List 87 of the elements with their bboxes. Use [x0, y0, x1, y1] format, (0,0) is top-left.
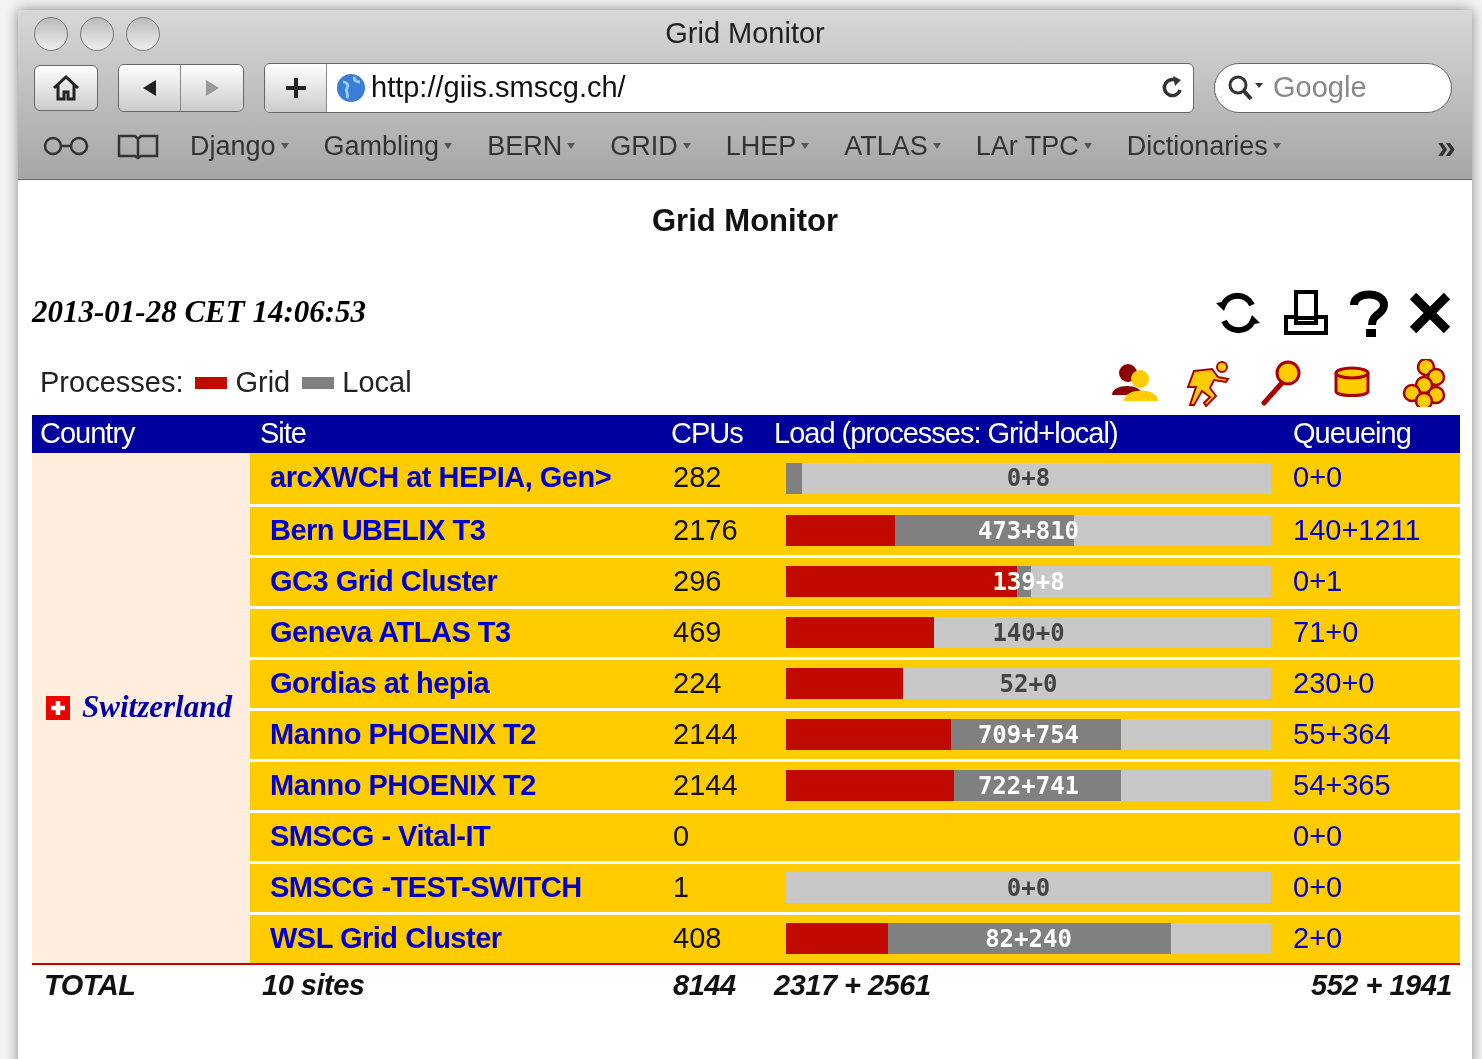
- bookmark-menu[interactable]: ATLAS: [844, 125, 942, 167]
- legend-text: Local: [342, 364, 412, 400]
- site-link[interactable]: Gordias at hepia: [250, 661, 665, 706]
- load-reading: 0+0: [1005, 872, 1052, 903]
- site-link[interactable]: Geneva ATLAS T3: [250, 610, 665, 655]
- queue-count[interactable]: 2+0: [1285, 916, 1460, 961]
- search-field[interactable]: Google: [1214, 63, 1452, 113]
- site-link[interactable]: SMSCG - Vital-IT: [250, 814, 665, 859]
- cpu-count: 224: [672, 665, 723, 701]
- column-header: Country: [39, 415, 137, 451]
- queue-count[interactable]: 0+0: [1285, 456, 1460, 500]
- bookmark-menu[interactable]: LHEP: [725, 125, 811, 167]
- cpu-count: 296: [672, 563, 723, 599]
- cpu-count: 2144: [672, 767, 739, 803]
- home-icon: [51, 74, 81, 102]
- queue-count[interactable]: 55+364: [1285, 712, 1460, 757]
- site-link[interactable]: WSL Grid Cluster: [250, 916, 665, 961]
- queue-count[interactable]: 0+0: [1285, 814, 1460, 859]
- back-button[interactable]: [119, 65, 181, 111]
- caret-icon: [1082, 142, 1093, 150]
- total-sites: 10 sites: [261, 967, 366, 1003]
- bookmark-menu[interactable]: Dictionaries: [1126, 125, 1282, 167]
- site-link[interactable]: Manno PHOENIX T2: [250, 763, 665, 808]
- queue-count[interactable]: 71+0: [1285, 610, 1460, 655]
- queue-count[interactable]: 0+1: [1285, 559, 1460, 604]
- column-header: Site: [259, 415, 307, 451]
- caret-icon: [279, 142, 290, 150]
- queue-count[interactable]: 230+0: [1285, 661, 1460, 706]
- load-reading: 139+8: [991, 566, 1066, 597]
- caret-icon: [443, 142, 454, 150]
- help-icon[interactable]: [1348, 288, 1390, 337]
- timestamp: 2013-01-28 CET 14:06:53: [32, 293, 367, 332]
- caret-icon: [800, 142, 811, 150]
- legend-text: Grid: [235, 364, 291, 400]
- bookmark-menu[interactable]: BERN: [487, 125, 577, 167]
- window-control-button[interactable]: [80, 17, 114, 51]
- total-load: 2317 + 2561: [772, 967, 932, 1003]
- site-link[interactable]: GC3 Grid Cluster: [250, 559, 665, 604]
- queue-count[interactable]: 140+1211: [1285, 508, 1460, 553]
- page-title: Grid Monitor: [651, 202, 839, 240]
- cpu-count: 2176: [672, 512, 739, 548]
- home-button[interactable]: [34, 65, 98, 111]
- book-icon[interactable]: [116, 132, 160, 160]
- cpu-count: 2144: [672, 716, 739, 752]
- legend-label: Processes:: [40, 364, 184, 400]
- cpu-count: 1: [672, 869, 691, 905]
- cpu-count: 282: [672, 460, 723, 496]
- load-reading: 140+0: [991, 617, 1066, 648]
- cpu-count: 408: [672, 920, 723, 956]
- bookmark-menu[interactable]: LAr TPC: [975, 125, 1093, 167]
- window-control-button[interactable]: [126, 17, 160, 51]
- column-header: Load (processes: Grid+local): [773, 415, 1119, 451]
- window-control-button[interactable]: [34, 17, 68, 51]
- column-header: Queueing: [1292, 415, 1412, 451]
- load-reading: 709+754: [976, 719, 1081, 750]
- column-header: CPUs: [670, 415, 744, 451]
- site-link[interactable]: arcXWCH at HEPIA, Gen>: [250, 456, 665, 500]
- total-label: TOTAL: [43, 967, 137, 1003]
- search-icon: [1227, 74, 1265, 102]
- total-cpus: 8144: [672, 967, 737, 1003]
- site-link[interactable]: Bern UBELIX T3: [250, 508, 665, 553]
- queue-count[interactable]: 54+365: [1285, 763, 1460, 808]
- bookmark-menu[interactable]: Gambling: [323, 125, 454, 167]
- caret-icon: [1271, 142, 1282, 150]
- bookmark-menu[interactable]: GRID: [610, 125, 692, 167]
- load-reading: 52+0: [998, 668, 1059, 699]
- load-reading: 82+240: [984, 923, 1073, 954]
- reading-glasses-icon[interactable]: [42, 136, 90, 156]
- queue-count[interactable]: 0+0: [1285, 865, 1460, 910]
- printer-icon[interactable]: [1282, 288, 1330, 337]
- caret-icon: [566, 142, 577, 150]
- caret-icon: [931, 142, 942, 150]
- close-icon[interactable]: [1408, 290, 1452, 335]
- site-link[interactable]: SMSCG -TEST-SWITCH: [250, 865, 665, 910]
- site-link[interactable]: Manno PHOENIX T2: [250, 712, 665, 757]
- total-queue: 552 + 1941: [1310, 967, 1453, 1003]
- swiss-flag-icon: [46, 695, 70, 720]
- country-link[interactable]: Switzerland: [82, 684, 232, 731]
- more-bookmarks-button[interactable]: »: [1437, 129, 1456, 163]
- load-reading: 722+741: [976, 770, 1081, 801]
- search-input[interactable]: Google: [1273, 66, 1423, 110]
- cpu-count: 0: [672, 818, 691, 854]
- load-reading: 0+8: [1005, 463, 1052, 494]
- cpu-count: 469: [672, 614, 723, 650]
- window-title: Grid Monitor: [665, 16, 825, 52]
- caret-icon: [681, 142, 692, 150]
- bookmark-menu[interactable]: Django: [190, 125, 290, 167]
